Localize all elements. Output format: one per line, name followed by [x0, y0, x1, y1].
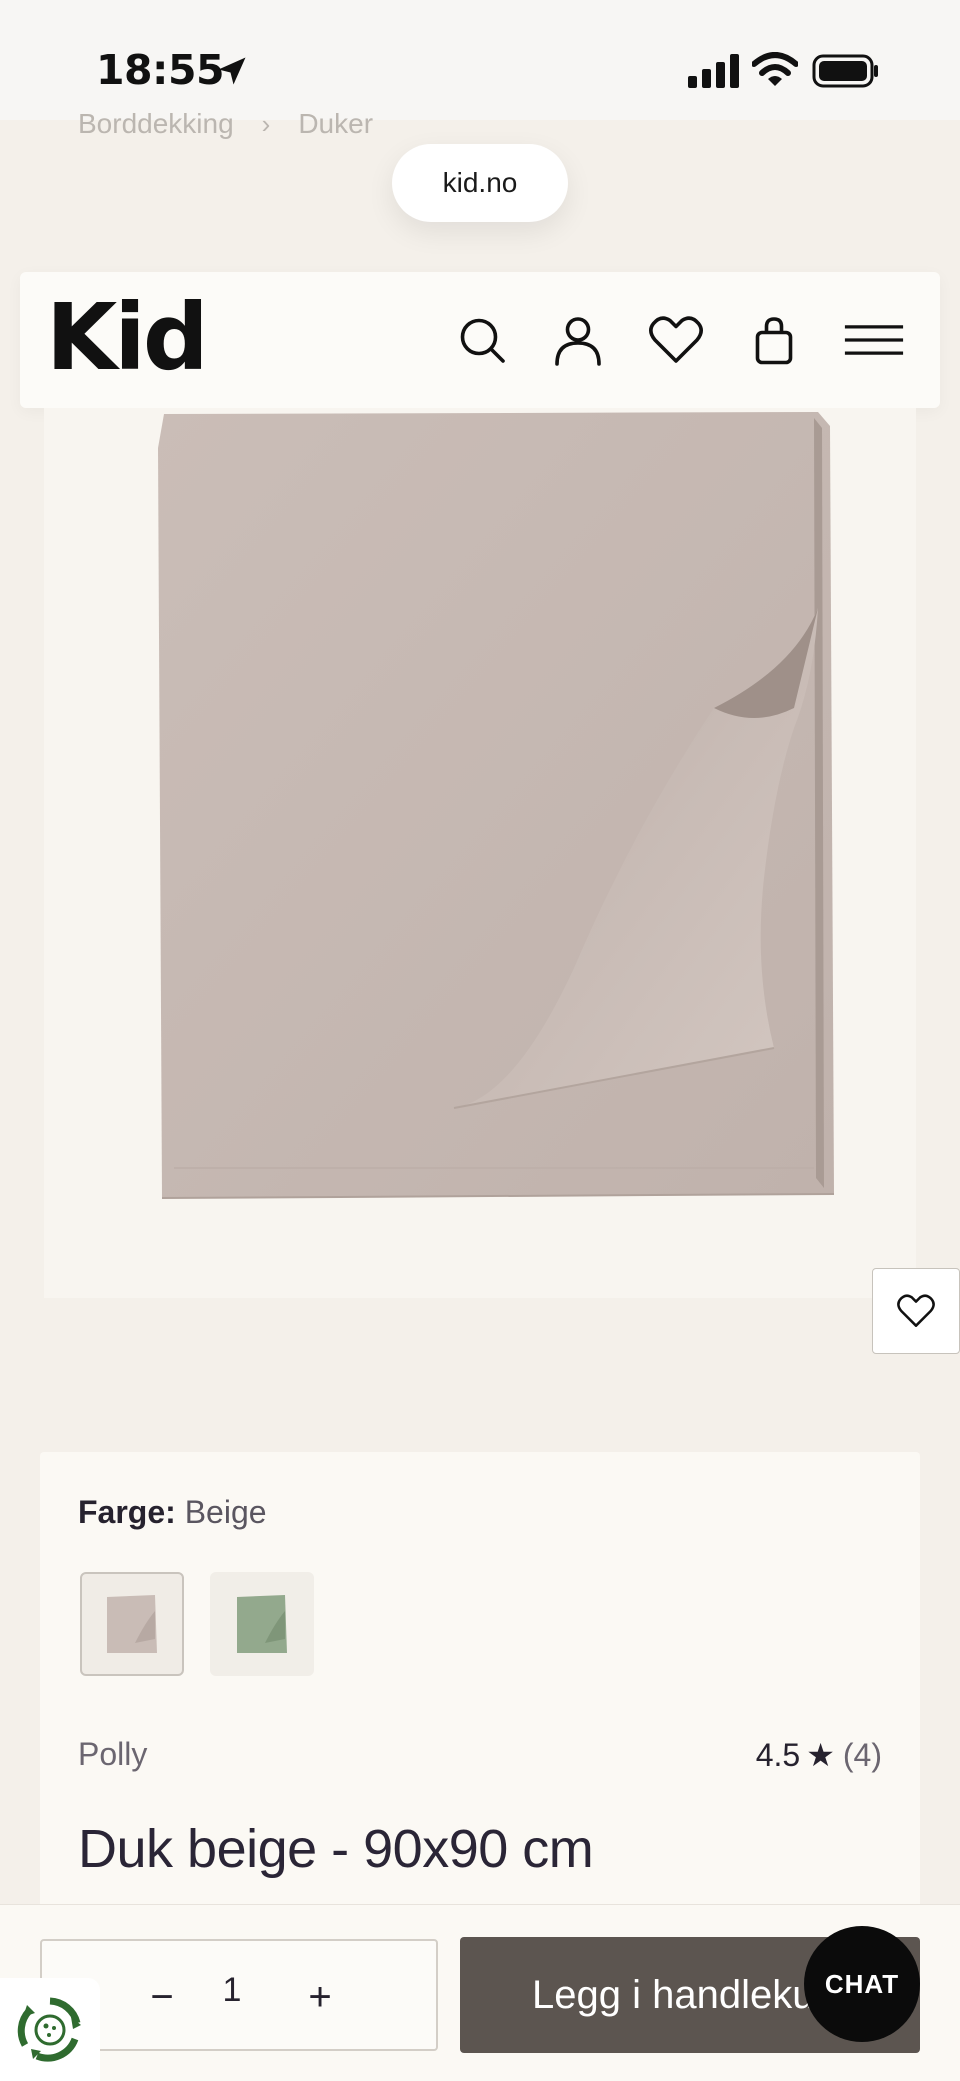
color-value: Beige [184, 1494, 267, 1530]
wifi-icon [752, 52, 798, 86]
heart-icon [649, 316, 703, 363]
quantity-increase-button[interactable]: + [290, 1967, 350, 2027]
breadcrumb-separator: › [261, 108, 271, 139]
eco-badge[interactable] [0, 1978, 100, 2081]
product-image-area [44, 408, 916, 1298]
color-label: Farge: [78, 1494, 176, 1530]
chat-label: CHAT [824, 1968, 900, 1999]
brand-name[interactable]: Polly [78, 1736, 147, 1773]
bag-icon [755, 317, 793, 365]
url-bar[interactable]: kid.no [392, 144, 568, 222]
swatch-beige[interactable] [80, 1572, 184, 1676]
search-button[interactable] [452, 310, 512, 370]
battery-icon [812, 54, 878, 88]
add-to-cart-label: Legg i handlekurv [532, 1972, 848, 2017]
search-icon [460, 318, 505, 363]
product-title: Duk beige - 90x90 cm [78, 1819, 594, 1879]
chat-button[interactable]: CHAT [804, 1926, 920, 2042]
color-selector-label: Farge: Beige [78, 1494, 267, 1531]
breadcrumb-item-duker[interactable]: Duker [298, 108, 373, 140]
account-icon [555, 317, 601, 366]
swatch-green[interactable] [210, 1572, 314, 1676]
menu-button[interactable] [842, 310, 906, 370]
cellular-signal-icon [688, 54, 739, 88]
breadcrumb: Borddekking › Duker [78, 104, 373, 144]
url-text: kid.no [442, 167, 518, 198]
rating-count: (4) [842, 1736, 882, 1773]
cart-button[interactable] [744, 310, 804, 370]
quantity-decrease-button[interactable]: − [132, 1967, 192, 2027]
account-button[interactable] [548, 310, 608, 370]
site-header: Kid [20, 272, 940, 408]
quantity-value[interactable]: 1 [202, 1971, 262, 2010]
product-rating[interactable]: 4.5 ★ (4) [756, 1736, 882, 1774]
menu-icon [844, 325, 904, 355]
wishlist-button[interactable] [646, 310, 706, 370]
heart-icon [897, 1294, 935, 1327]
location-arrow-icon [218, 57, 246, 85]
add-to-wishlist-button[interactable] [872, 1268, 960, 1354]
tablecloth-product-image[interactable] [154, 408, 874, 1208]
star-icon: ★ [806, 1737, 835, 1773]
swatch-beige-thumbnail [107, 1595, 157, 1653]
logo[interactable]: Kid [46, 284, 209, 391]
breadcrumb-item-borddekking[interactable]: Borddekking [78, 108, 234, 140]
status-time: 18:55 [96, 46, 225, 94]
status-bar: 18:55 [0, 0, 960, 120]
rating-value: 4.5 [755, 1736, 801, 1773]
swatch-green-thumbnail [237, 1595, 287, 1653]
recycle-icon [17, 1997, 81, 2062]
